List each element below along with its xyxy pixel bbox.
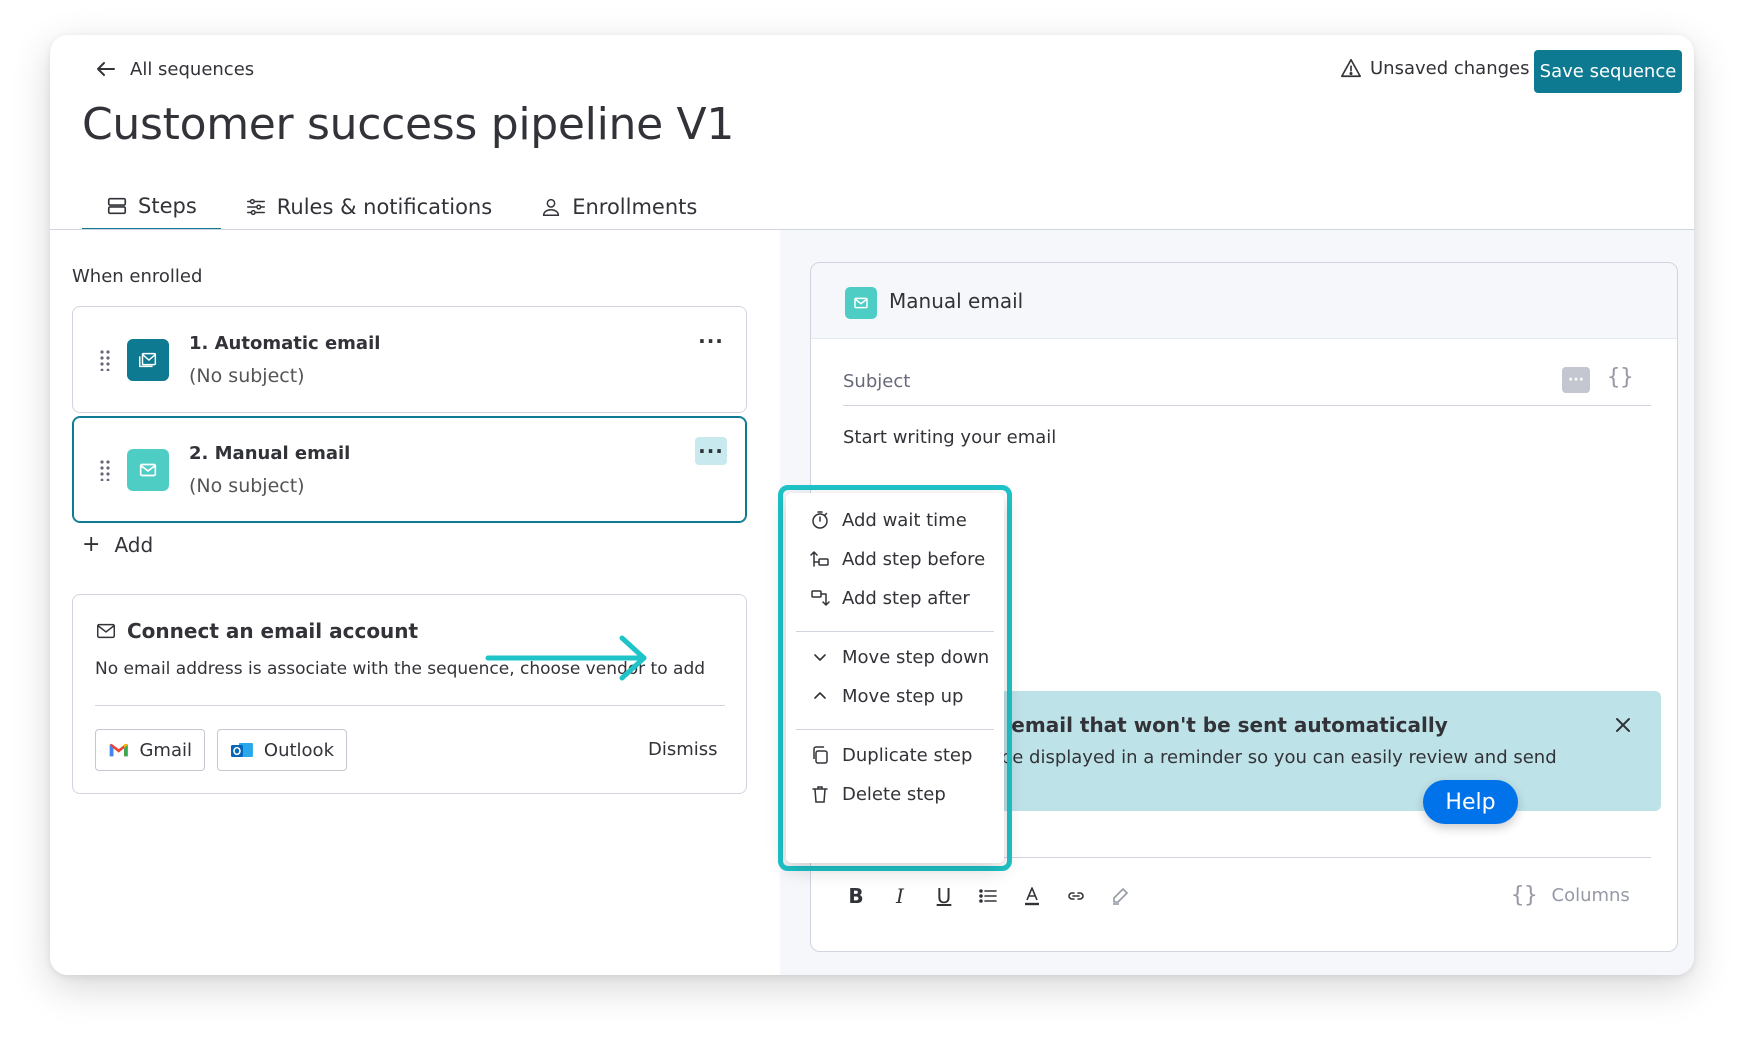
menu-item-move-step-up[interactable]: Move step up <box>810 681 963 711</box>
step-subject: (No subject) <box>189 475 305 497</box>
add-step-label: Add <box>114 532 154 557</box>
menu-item-duplicate-step[interactable]: Duplicate step <box>810 740 972 770</box>
step-card-automatic-email[interactable]: 1. Automatic email (No subject) ··· <box>72 306 747 413</box>
insert-before-icon <box>810 551 829 567</box>
person-icon <box>543 198 560 216</box>
menu-item-add-step-after[interactable]: Add step after <box>810 583 970 613</box>
page-title: Customer success pipeline V1 <box>82 99 735 150</box>
chevron-down-icon <box>814 654 826 661</box>
bold-button[interactable]: B <box>843 883 869 909</box>
drag-handle-icon[interactable] <box>99 459 111 481</box>
editor-title: Manual email <box>889 289 1024 313</box>
drag-handle-icon[interactable] <box>99 349 111 371</box>
back-link[interactable]: All sequences <box>94 57 254 81</box>
columns-button[interactable]: {} Columns <box>1511 883 1630 908</box>
gmail-icon <box>109 743 128 757</box>
menu-item-label: Move step down <box>842 646 990 668</box>
dismiss-button[interactable]: Dismiss <box>648 739 718 760</box>
email-body-input[interactable]: Start writing your email <box>843 427 1056 448</box>
menu-item-label: Add step after <box>842 587 970 609</box>
bullet-list-icon <box>979 889 997 903</box>
plus-icon: + <box>82 532 101 557</box>
menu-item-label: Add step before <box>842 548 986 570</box>
close-icon[interactable] <box>1613 715 1633 735</box>
menu-item-delete-step[interactable]: Delete step <box>810 779 946 809</box>
outlook-icon <box>230 743 253 757</box>
step-more-button-active[interactable]: ··· <box>695 437 727 465</box>
menu-item-add-wait-time[interactable]: Add wait time <box>810 505 967 535</box>
link-icon <box>1068 892 1084 900</box>
tab-steps[interactable]: Steps <box>82 183 221 231</box>
back-link-label: All sequences <box>130 58 255 80</box>
text-color-button[interactable] <box>1019 883 1045 909</box>
arrow-left-icon <box>97 62 115 76</box>
app-window: All sequences Customer success pipeline … <box>50 35 1694 975</box>
gmail-label: Gmail <box>139 739 192 761</box>
menu-separator <box>796 631 994 632</box>
outlook-button[interactable]: Outlook <box>217 729 347 771</box>
steps-panel: When enrolled 1. Automatic email (No sub… <box>50 230 780 975</box>
chevron-up-icon <box>814 692 826 699</box>
annotation-arrow-icon <box>485 635 647 681</box>
step-title: 1. Automatic email <box>189 333 381 354</box>
connect-email-card: Connect an email account No email addres… <box>72 594 747 794</box>
menu-item-label: Delete step <box>842 783 946 805</box>
tab-bar: Steps Rules & notifications Enrollments <box>82 183 721 231</box>
steps-icon <box>107 197 127 214</box>
editor-header: Manual email <box>811 263 1677 339</box>
connect-email-heading: Connect an email account <box>95 619 418 643</box>
sliders-icon <box>246 198 265 216</box>
subject-divider <box>843 405 1651 406</box>
link-button[interactable] <box>1063 883 1089 909</box>
unsaved-label: Unsaved changes <box>1370 57 1530 79</box>
italic-button[interactable]: I <box>887 883 913 909</box>
columns-label: Columns <box>1551 885 1630 906</box>
duplicate-icon <box>813 746 828 764</box>
step-context-menu: Add wait time Add step before Add step a… <box>786 493 1004 863</box>
help-button[interactable]: Help <box>1423 780 1518 824</box>
unsaved-indicator: Unsaved changes <box>1340 57 1530 79</box>
menu-separator <box>796 729 994 730</box>
step-subject: (No subject) <box>189 365 305 387</box>
bullet-list-button[interactable] <box>975 883 1001 909</box>
tab-label: Rules & notifications <box>276 195 493 219</box>
warning-icon <box>1341 58 1361 78</box>
highlight-button[interactable] <box>1107 883 1133 909</box>
variables-button[interactable]: {} <box>1607 365 1634 390</box>
envelope-icon <box>97 623 115 639</box>
text-color-icon <box>1025 887 1039 906</box>
step-more-button[interactable]: ··· <box>695 327 727 355</box>
gmail-button[interactable]: Gmail <box>95 729 205 771</box>
underline-button[interactable]: U <box>931 883 957 909</box>
format-toolbar: B I U <box>843 883 1133 909</box>
manual-email-icon <box>845 287 877 319</box>
tab-label: Steps <box>138 193 197 218</box>
outlook-label: Outlook <box>263 739 334 761</box>
subject-input[interactable]: Subject <box>843 371 910 392</box>
menu-item-label: Move step up <box>842 685 964 707</box>
tab-enrollments[interactable]: Enrollments <box>516 183 721 231</box>
menu-item-label: Duplicate step <box>842 744 973 766</box>
manual-email-icon <box>127 449 169 491</box>
insert-tag-button[interactable]: ··· <box>1562 367 1590 393</box>
connect-title: Connect an email account <box>127 619 419 643</box>
step-card-manual-email[interactable]: 2. Manual email (No subject) ··· <box>72 416 747 523</box>
tab-rules-notifications[interactable]: Rules & notifications <box>221 183 516 231</box>
menu-item-label: Add wait time <box>842 509 967 531</box>
trigger-label: When enrolled <box>72 266 203 287</box>
menu-item-move-step-down[interactable]: Move step down <box>810 642 989 672</box>
stopwatch-icon <box>812 511 828 529</box>
add-step-button[interactable]: + Add <box>82 532 153 557</box>
trash-icon <box>812 786 828 803</box>
insert-after-icon <box>811 590 830 606</box>
save-sequence-button[interactable]: Save sequence <box>1534 50 1682 93</box>
automatic-email-icon <box>127 339 169 381</box>
pen-icon <box>1113 888 1128 905</box>
step-title: 2. Manual email <box>189 443 351 464</box>
menu-item-add-step-before[interactable]: Add step before <box>810 544 985 574</box>
connect-divider <box>95 705 725 706</box>
braces-icon: {} <box>1511 883 1538 908</box>
tab-label: Enrollments <box>572 195 698 219</box>
